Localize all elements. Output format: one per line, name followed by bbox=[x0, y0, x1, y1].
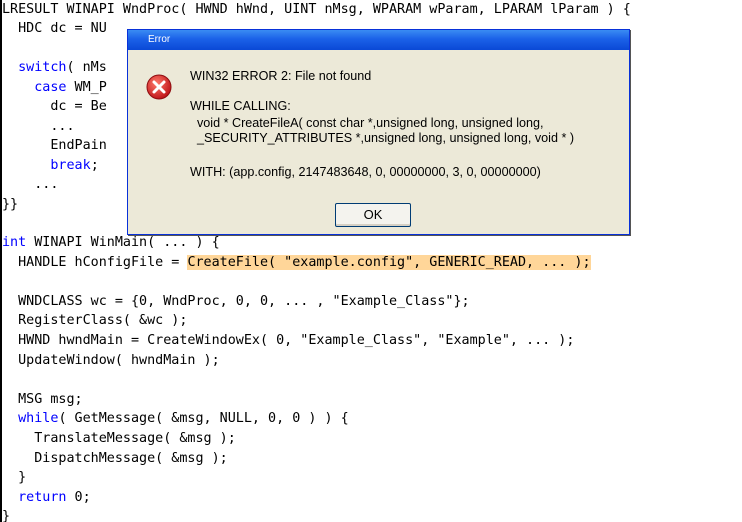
code-line: while( GetMessage( &msg, NULL, 0, 0 ) ) … bbox=[2, 409, 349, 429]
code-highlight: CreateFile( "example.config", GENERIC_RE… bbox=[187, 254, 591, 270]
dialog-title[interactable]: Error bbox=[128, 30, 629, 50]
code-line: TranslateMessage( &msg ); bbox=[2, 429, 236, 449]
code-text: ... bbox=[2, 177, 59, 193]
code-line: return 0; bbox=[2, 488, 91, 508]
code-line: int WINAPI WinMain( ... ) { bbox=[2, 233, 220, 253]
code-keyword: int bbox=[2, 235, 27, 250]
code-text: DispatchMessage( &msg ); bbox=[2, 450, 228, 466]
code-line: } bbox=[2, 507, 10, 522]
code-text: HDC dc = NU bbox=[2, 21, 107, 37]
code-line: RegisterClass( &wc ); bbox=[2, 311, 187, 331]
code-text: MSG msg; bbox=[2, 391, 83, 407]
code-text: RegisterClass( &wc ); bbox=[2, 313, 188, 329]
editor-left-border bbox=[0, 0, 2, 522]
code-text: HANDLE hConfigFile = bbox=[2, 254, 188, 270]
code-text: LRESULT WINAPI WndProc( HWND hWnd, UINT … bbox=[2, 2, 631, 17]
code-line: ... bbox=[2, 117, 75, 137]
code-text: 0; bbox=[66, 489, 91, 505]
error-dialog: Error WIN32 ERROR 2: File not found WHIL… bbox=[127, 29, 630, 235]
code-keyword: break bbox=[50, 157, 91, 173]
ok-button[interactable]: OK bbox=[335, 203, 411, 227]
code-text: TranslateMessage( &msg ); bbox=[2, 431, 236, 446]
code-line: } bbox=[2, 468, 26, 488]
code-line: HDC dc = NU bbox=[2, 19, 107, 39]
code-text: WNDCLASS wc = {0, WndProc, 0, 0, ... , "… bbox=[2, 293, 470, 309]
code-text: }} bbox=[2, 196, 19, 212]
code-keyword: return bbox=[18, 489, 67, 505]
calling-signature-line1: void * CreateFileA( const char *,unsigne… bbox=[190, 116, 544, 130]
code-keyword: while bbox=[18, 411, 59, 427]
code-line: ... bbox=[2, 175, 58, 195]
code-text: } bbox=[2, 509, 11, 522]
code-line: WNDCLASS wc = {0, WndProc, 0, 0, ... , "… bbox=[2, 292, 470, 312]
code-text: WM_P bbox=[66, 79, 107, 95]
code-line: dc = Be bbox=[2, 97, 107, 117]
code-line: EndPain bbox=[2, 136, 107, 156]
code-line: MSG msg; bbox=[2, 390, 83, 410]
calling-signature-line2: _SECURITY_ATTRIBUTES *,unsigned long, un… bbox=[190, 131, 575, 145]
calling-label: WHILE CALLING: bbox=[190, 99, 291, 113]
code-text: dc = Be bbox=[2, 99, 107, 115]
code-keyword: case bbox=[34, 79, 67, 95]
code-text: ( nMs bbox=[66, 60, 107, 76]
with-arguments: WITH: (app.config, 2147483648, 0, 000000… bbox=[190, 165, 541, 179]
code-text: ... bbox=[2, 118, 75, 134]
code-text: WINAPI WinMain( ... ) { bbox=[26, 235, 220, 250]
code-text: } bbox=[2, 470, 27, 486]
code-text: EndPain bbox=[2, 138, 107, 154]
code-line: LRESULT WINAPI WndProc( HWND hWnd, UINT … bbox=[2, 0, 631, 20]
error-heading: WIN32 ERROR 2: File not found bbox=[190, 69, 372, 83]
code-line: HANDLE hConfigFile = CreateFile( "exampl… bbox=[2, 253, 591, 273]
code-line: }} bbox=[2, 195, 18, 215]
code-text: HWND hwndMain = CreateWindowEx( 0, "Exam… bbox=[2, 333, 575, 348]
code-line: HWND hwndMain = CreateWindowEx( 0, "Exam… bbox=[2, 331, 574, 351]
code-text: ; bbox=[90, 157, 99, 173]
code-line: switch( nMs bbox=[2, 58, 107, 78]
code-line: UpdateWindow( hwndMain ); bbox=[2, 351, 220, 371]
error-icon bbox=[146, 74, 172, 100]
code-line: break; bbox=[2, 156, 99, 176]
code-text: UpdateWindow( hwndMain ); bbox=[2, 352, 220, 368]
code-text: ( GetMessage( &msg, NULL, 0, 0 ) ) { bbox=[58, 411, 349, 427]
code-line: DispatchMessage( &msg ); bbox=[2, 449, 228, 469]
code-keyword: switch bbox=[18, 60, 67, 76]
code-line: case WM_P bbox=[2, 78, 107, 98]
